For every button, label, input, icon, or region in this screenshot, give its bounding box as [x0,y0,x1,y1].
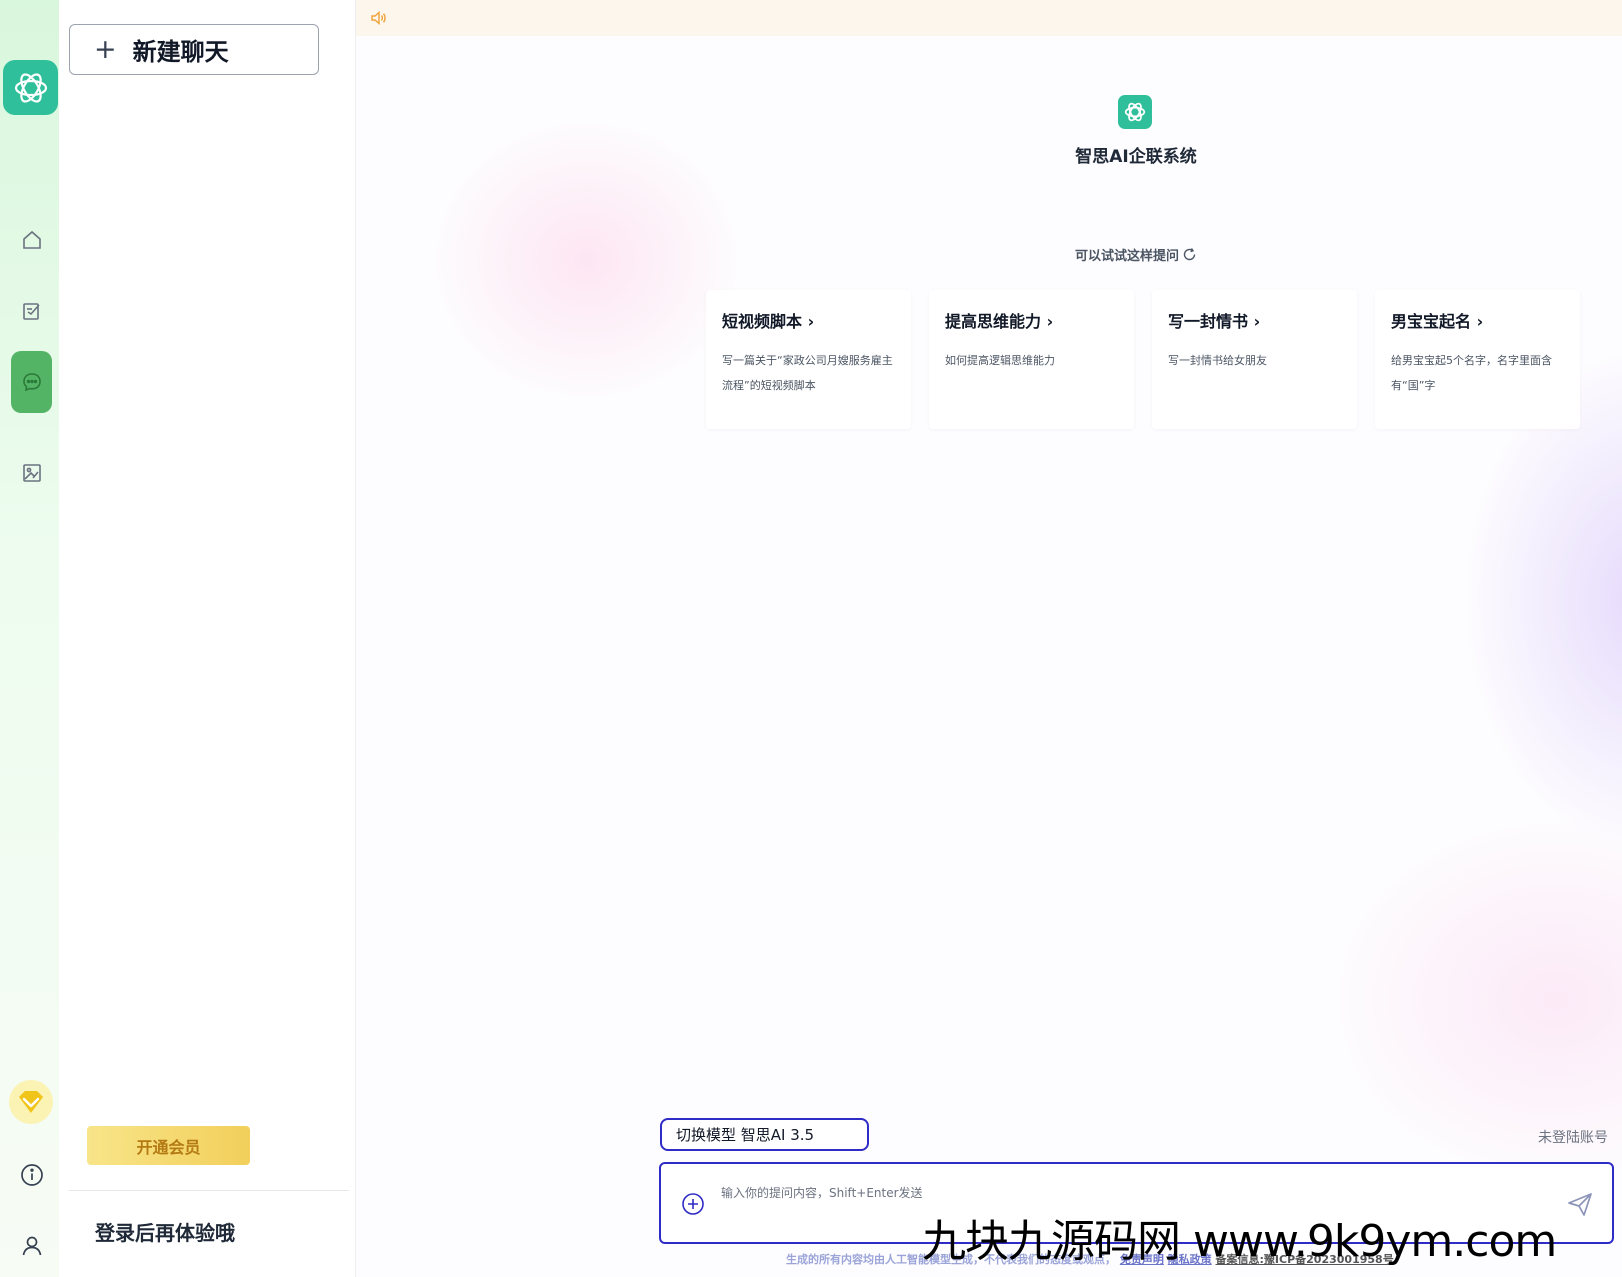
card-desc: 如何提高逻辑思维能力 [945,354,1055,367]
login-status[interactable]: 未登陆账号 [1538,1127,1608,1147]
chat-bubble-icon [22,373,41,392]
chevron-right-icon: › [807,312,815,331]
info-button[interactable] [11,1154,52,1195]
login-tip[interactable]: 登录后再体验哦 [95,1217,235,1246]
suggest-card[interactable]: 提高思维能力 › 如何提高逻辑思维能力 [929,290,1134,429]
user-icon [22,1236,41,1255]
chevron-right-icon: › [1476,312,1484,331]
rail-home[interactable] [11,219,52,260]
card-desc: 给男宝宝起5个名字，名字里面含有“国”字 [1391,354,1552,392]
openai-logo-icon[interactable] [3,60,58,115]
info-icon [20,1163,43,1186]
chevron-right-icon: › [1253,312,1261,331]
brand-logo-icon [1118,95,1152,129]
card-title: 短视频脚本 › [722,312,815,331]
card-desc: 写一封情书给女朋友 [1168,354,1267,367]
suggest-card[interactable]: 男宝宝起名 › 给男宝宝起5个名字，名字里面含有“国”字 [1375,290,1580,429]
brand-name: 智思AI企联系统 [1075,147,1197,167]
edit-doc-icon [22,302,40,320]
card-desc: 写一篇关于“家政公司月嫂服务雇主流程”的短视频脚本 [722,354,893,392]
rail-image[interactable] [11,452,52,493]
speaker-icon[interactable] [370,9,388,27]
user-button[interactable] [11,1225,52,1266]
open-vip-button[interactable]: 开通会员 [87,1126,250,1165]
rail-edit[interactable] [11,290,52,331]
watermark-text: 九块九源码网 www.9k9ym.com [922,1216,1557,1267]
suggest-title: 可以试试这样提问 [976,245,1296,266]
card-title: 提高思维能力 › [945,312,1054,331]
chevron-right-icon: › [1046,312,1054,331]
plus-icon: + [94,34,117,65]
notice-bar [356,0,1622,36]
icon-rail [0,0,59,1277]
home-icon [22,230,41,249]
refresh-icon[interactable] [1182,247,1197,266]
suggest-card[interactable]: 写一封情书 › 写一封情书给女朋友 [1152,290,1357,429]
sidebar-divider [69,1190,349,1191]
new-chat-label: 新建聊天 [132,38,229,66]
new-chat-button[interactable]: + 新建聊天 [69,24,319,75]
suggest-card[interactable]: 短视频脚本 › 写一篇关于“家政公司月嫂服务雇主流程”的短视频脚本 [706,290,911,429]
model-switch-button[interactable]: 切换模型 智思AI 3.5 [660,1118,869,1151]
vip-diamond-icon[interactable] [9,1080,53,1124]
chat-main: 智思AI企联系统 可以试试这样提问 短视频脚本 › 写一篇关于“家政公司月嫂服务… [356,0,1622,1277]
card-title: 写一封情书 › [1168,312,1261,331]
send-icon[interactable] [1566,1190,1594,1218]
image-edit-icon [22,463,41,482]
rail-chat[interactable] [11,351,52,413]
add-attachment-icon[interactable] [681,1192,705,1216]
suggest-title-text: 可以试试这样提问 [1074,249,1179,264]
chat-sidebar: + 新建聊天 开通会员 登录后再体验哦 [59,0,356,1277]
card-title: 男宝宝起名 › [1391,312,1484,331]
